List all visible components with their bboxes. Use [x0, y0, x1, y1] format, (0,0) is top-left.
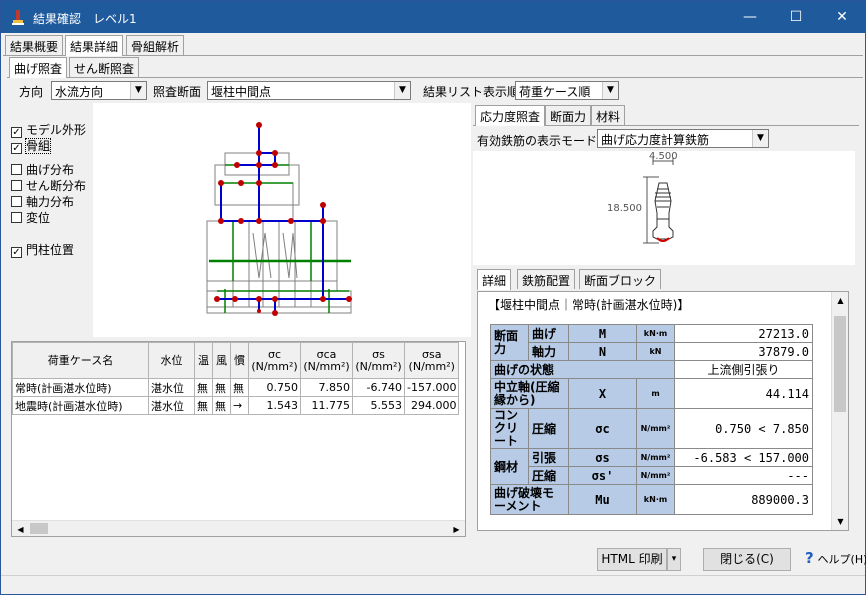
frame-diagram [206, 122, 352, 316]
vertical-scrollbar[interactable]: ▲ ▼ [831, 292, 848, 530]
status-bar [1, 575, 865, 594]
checkbox-displacement[interactable]: 変位 [11, 209, 50, 226]
section-select[interactable]: 堰柱中間点 ▼ [207, 81, 411, 100]
horizontal-scrollbar[interactable]: ◀ ▶ [12, 520, 465, 536]
scroll-thumb[interactable] [834, 316, 846, 412]
order-select[interactable]: 荷重ケース順 ▼ [515, 81, 619, 100]
scroll-up-icon[interactable]: ▲ [832, 292, 848, 309]
app-icon [12, 10, 24, 25]
checkbox-axial-dist[interactable]: 軸力分布 [11, 193, 74, 210]
print-menu-button[interactable]: ▾ [667, 548, 681, 571]
sub-tab-line [7, 77, 863, 78]
tab-rebar-layout[interactable]: 鉄筋配置 [517, 269, 576, 289]
tab-material[interactable]: 材料 [591, 105, 626, 125]
col-sigma-c[interactable]: σc (N/mm²) [248, 342, 301, 379]
section-figure: 4.500 18.500 [473, 151, 855, 265]
scroll-thumb[interactable] [30, 523, 48, 534]
col-inertia[interactable]: 慣 [230, 342, 249, 379]
detail-report[interactable]: 【堰柱中間点｜常時(計画湛水位時)】 断面力 曲げ M kN·m 27213.0… [477, 291, 849, 531]
tab-detail-view[interactable]: 詳細 [477, 269, 512, 290]
col-sigma-s[interactable]: σs (N/mm²) [352, 342, 405, 379]
col-temperature[interactable]: 温 [194, 342, 213, 379]
maximize-button[interactable]: ☐ [773, 1, 819, 33]
table-row[interactable]: 常時(計画湛水位時) 湛水位 無 無 無 0.750 7.850 -6.740 … [12, 378, 460, 397]
section-drawing [643, 157, 674, 244]
result-window: 結果確認 レベル1 — ☐ ✕ 結果概要 結果詳細 骨組解析 曲げ照査 せん断照… [0, 0, 866, 595]
html-print-button[interactable]: HTML 印刷 [597, 548, 667, 571]
col-case-name[interactable]: 荷重ケース名 [12, 342, 149, 379]
detail-heading: 【堰柱中間点｜常時(計画湛水位時)】 [488, 298, 690, 312]
col-sigma-ca[interactable]: σca (N/mm²) [300, 342, 353, 379]
help-button[interactable]: ? ヘルプ(H) [801, 548, 866, 571]
frame-model-view [93, 103, 471, 337]
tab-bending-check[interactable]: 曲げ照査 [9, 57, 68, 78]
section-label: 照査断面 [153, 85, 202, 99]
order-label: 結果リスト表示順 [423, 85, 520, 99]
tab-detail[interactable]: 結果詳細 [65, 35, 124, 56]
load-case-table: 荷重ケース名 水位 温 風 慣 σc (N/mm²) σca (N/mm²) σ… [12, 342, 460, 415]
col-water-level[interactable]: 水位 [148, 342, 195, 379]
load-case-grid[interactable]: 荷重ケース名 水位 温 風 慣 σc (N/mm²) σca (N/mm²) σ… [11, 341, 466, 537]
tab-section-block[interactable]: 断面ブロック [579, 269, 662, 289]
close-button[interactable]: 閉じる(C) [703, 548, 791, 571]
scroll-down-icon[interactable]: ▼ [832, 513, 848, 530]
check-icon: ✓ [11, 247, 22, 258]
chevron-down-icon: ▼ [602, 82, 618, 99]
scroll-left-icon[interactable]: ◀ [12, 521, 29, 538]
tab-frame-analysis[interactable]: 骨組解析 [126, 35, 185, 55]
tab-shear-check[interactable]: せん断照査 [69, 57, 140, 77]
rebar-mode-label: 有効鉄筋の表示モード [477, 134, 598, 148]
main-tab-line [3, 55, 863, 56]
checkbox-bending-dist[interactable]: 曲げ分布 [11, 161, 74, 178]
tab-summary[interactable]: 結果概要 [5, 35, 64, 55]
checkbox-model-outline[interactable]: ✓ モデル外形 [11, 121, 86, 138]
minimize-button[interactable]: — [727, 1, 773, 33]
window-title: 結果確認 レベル1 [33, 12, 137, 26]
direction-select[interactable]: 水流方向 ▼ [51, 81, 147, 100]
chevron-down-icon: ▼ [130, 82, 146, 99]
chevron-down-icon: ▼ [752, 130, 768, 147]
tab-stress-check[interactable]: 応力度照査 [475, 105, 546, 126]
stress-detail-table: 断面力 曲げ M kN·m 27213.0 軸力 N kN 37879.0 曲げ… [490, 324, 813, 515]
checkbox-shear-dist[interactable]: せん断分布 [11, 177, 86, 194]
checkbox-gate-pillar-position[interactable]: ✓ 門柱位置 [11, 241, 74, 258]
title-bar: 結果確認 レベル1 — ☐ ✕ [1, 1, 865, 33]
close-window-button[interactable]: ✕ [819, 1, 865, 33]
scroll-right-icon[interactable]: ▶ [448, 521, 465, 538]
checkbox-frame[interactable]: ✓ 骨組 [11, 137, 52, 154]
col-sigma-sa[interactable]: σsa (N/mm²) [403, 342, 460, 379]
table-row[interactable]: 地震時(計画湛水位時) 湛水位 無 無 → 1.543 11.775 5.553… [12, 396, 460, 415]
help-icon: ? [805, 549, 814, 567]
chevron-down-icon: ▼ [394, 82, 410, 99]
tab-section-force[interactable]: 断面力 [545, 105, 592, 125]
col-wind[interactable]: 風 [212, 342, 231, 379]
check-icon: ✓ [11, 143, 22, 154]
rebar-mode-select[interactable]: 曲げ応力度計算鉄筋 ▼ [597, 129, 769, 148]
direction-label: 方向 [19, 85, 44, 99]
